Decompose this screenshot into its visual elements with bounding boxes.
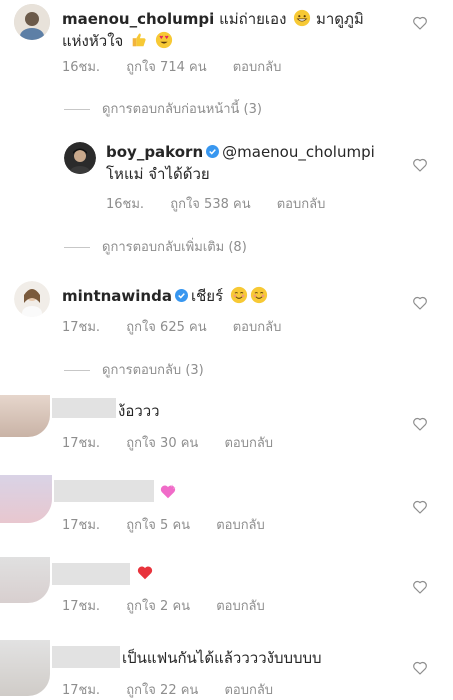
username[interactable]: boy_pakorn [106, 143, 203, 161]
thumbs-up-emoji [132, 33, 146, 47]
view-replies-label: ดูการตอบกลับ (3) [102, 363, 204, 378]
blurred-avatar [0, 640, 50, 696]
comment-body: ง้อววว [118, 402, 160, 420]
view-previous-replies-label: ดูการตอบกลับก่อนหน้านี้ (3) [102, 102, 262, 117]
heart-outline-icon[interactable] [412, 660, 428, 676]
view-previous-replies[interactable]: ดูการตอบกลับก่อนหน้านี้ (3) [64, 98, 262, 119]
avatar[interactable] [14, 4, 50, 40]
smiling-face-emoji [250, 286, 268, 304]
comment-text [157, 482, 177, 504]
comment-text-line2: แห่งหัวใจ [62, 30, 173, 52]
blurred-username [52, 646, 120, 668]
likes-count[interactable]: ถูกใจ 538 คน [170, 197, 250, 212]
comment-meta: 17ชม. ถูกใจ 625 คน ตอบกลับ [62, 316, 303, 337]
blurred-username [52, 398, 116, 418]
reply-button[interactable]: ตอบกลับ [216, 599, 265, 614]
timestamp: 17ชม. [62, 599, 101, 614]
heart-outline-icon[interactable] [412, 295, 428, 311]
comment-meta: 16ชม. ถูกใจ 538 คน ตอบกลับ [106, 193, 347, 214]
reply-button[interactable]: ตอบกลับ [216, 518, 265, 533]
red-heart-emoji [137, 566, 153, 580]
heart-outline-icon[interactable] [412, 15, 428, 31]
divider [64, 370, 90, 371]
divider [64, 109, 90, 110]
verified-badge-icon [174, 289, 188, 302]
comment-text: maenou_cholumpi แม่ถ่ายเอง มาดูภูมิ [62, 8, 364, 30]
comment-meta: 17ชม. ถูกใจ 30 คน ตอบกลับ [62, 432, 295, 453]
comment-text: เป็นแฟนกันได้แล้ววววงับบบบบ [122, 647, 322, 669]
username[interactable]: maenou_cholumpi [62, 10, 214, 28]
timestamp: 16ชม. [62, 60, 101, 75]
blurred-username [52, 563, 130, 585]
blurred-avatar [0, 557, 50, 603]
heart-outline-icon[interactable] [412, 579, 428, 595]
comment-text-line2: โหแม่ จำได้ด้วย [106, 163, 210, 185]
blurred-username [54, 480, 154, 502]
reply-button[interactable]: ตอบกลับ [233, 60, 282, 75]
comment-body: มาดูภูมิ [315, 10, 364, 28]
avatar[interactable] [14, 281, 50, 317]
comment-body: เป็นแฟนกันได้แล้ววววงับบบบบ [122, 649, 322, 667]
likes-count[interactable]: ถูกใจ 2 คน [126, 599, 190, 614]
heart-outline-icon[interactable] [412, 157, 428, 173]
blurred-avatar [0, 475, 52, 523]
comment-body: แม่ถ่ายเอง [219, 10, 287, 28]
comment-text: ง้อววว [118, 400, 160, 422]
timestamp: 17ชม. [62, 518, 101, 533]
comment-text: boy_pakorn @maenou_cholumpi [106, 141, 375, 163]
pink-heart-emoji [160, 484, 176, 499]
comment-body: แห่งหัวใจ [62, 32, 124, 50]
comment-meta: 17ชม. ถูกใจ 2 คน ตอบกลับ [62, 595, 287, 616]
mention-link[interactable]: @maenou_cholumpi [222, 143, 375, 161]
timestamp: 17ชม. [62, 436, 101, 451]
heart-outline-icon[interactable] [412, 416, 428, 432]
comment-text: mintnawinda เชียร์ [62, 285, 268, 307]
reply-button[interactable]: ตอบกลับ [233, 320, 282, 335]
comment-meta: 17ชม. ถูกใจ 5 คน ตอบกลับ [62, 514, 287, 535]
avatar[interactable] [64, 142, 96, 174]
likes-count[interactable]: ถูกใจ 5 คน [126, 518, 190, 533]
likes-count[interactable]: ถูกใจ 625 คน [126, 320, 206, 335]
reply-button[interactable]: ตอบกลับ [277, 197, 326, 212]
verified-badge-icon [206, 145, 220, 158]
likes-count[interactable]: ถูกใจ 714 คน [126, 60, 206, 75]
comment-meta: 16ชม. ถูกใจ 714 คน ตอบกลับ [62, 56, 303, 77]
comment-text [134, 563, 154, 585]
username[interactable]: mintnawinda [62, 287, 172, 305]
view-replies[interactable]: ดูการตอบกลับ (3) [64, 359, 204, 380]
comment-body: เชียร์ [190, 287, 224, 305]
heart-eyes-emoji [155, 31, 172, 49]
comment-meta: 17ชม. ถูกใจ 22 คน ตอบกลับ [62, 679, 295, 700]
blurred-avatar [0, 395, 50, 437]
grinning-face-emoji [294, 9, 311, 27]
smiling-face-emoji [230, 286, 248, 304]
view-more-replies-label: ดูการตอบกลับเพิ่มเติม (8) [102, 240, 247, 255]
timestamp: 16ชม. [106, 197, 145, 212]
divider [64, 247, 90, 248]
timestamp: 17ชม. [62, 320, 101, 335]
likes-count[interactable]: ถูกใจ 30 คน [126, 436, 198, 451]
view-more-replies[interactable]: ดูการตอบกลับเพิ่มเติม (8) [64, 236, 247, 257]
reply-button[interactable]: ตอบกลับ [224, 436, 273, 451]
comment-body: โหแม่ จำได้ด้วย [106, 165, 210, 183]
heart-outline-icon[interactable] [412, 499, 428, 515]
